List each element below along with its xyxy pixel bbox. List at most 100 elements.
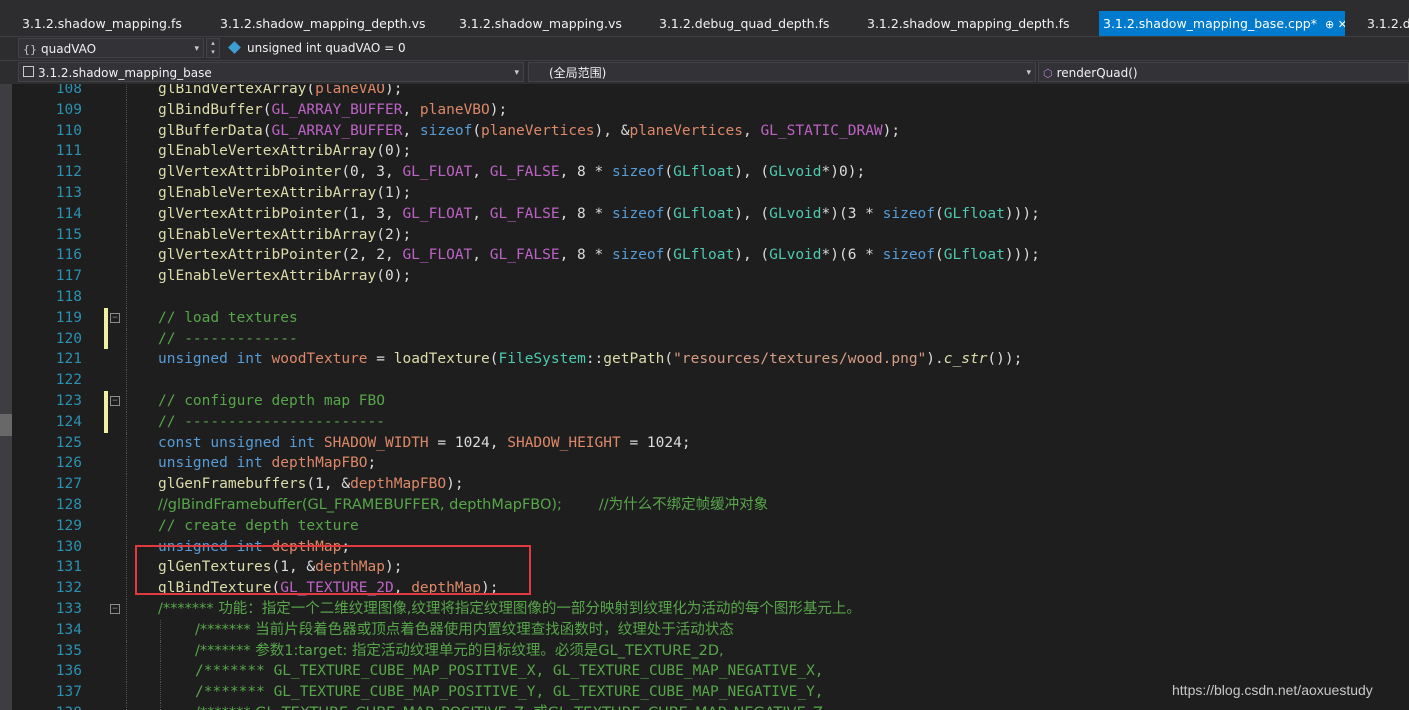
code-line[interactable]: 109 glBindBuffer(GL_ARRAY_BUFFER, planeVB…: [0, 99, 1409, 121]
indent-guide: [126, 515, 127, 537]
code-token-function: loadTexture: [393, 351, 490, 368]
code-token-default: ), (: [734, 164, 770, 181]
code-text: glEnableVertexAttribArray(1);: [158, 183, 411, 204]
code-token-keyword: unsigned: [210, 434, 289, 451]
chevron-down-icon: ▾: [514, 68, 519, 78]
indent-guide: [126, 99, 127, 121]
code-line[interactable]: 134 /******* 当前片段着色器或顶点着色器使用内置纹理查找函数时，纹理处…: [0, 619, 1409, 641]
collapse-icon[interactable]: −: [110, 395, 120, 406]
code-line[interactable]: 108 glBindVertexArray(planeVAO);: [0, 84, 1409, 100]
chevron-down-icon[interactable]: ▾: [207, 48, 219, 57]
code-token-type: GLvoid: [769, 164, 822, 181]
code-line[interactable]: 133 − /******* 功能：指定一个二维纹理图像,纹理将指定纹理图像的一部分…: [0, 598, 1409, 620]
code-token-param: woodTexture: [271, 351, 368, 368]
code-token-macro: GL_FALSE: [489, 164, 560, 181]
code-token-function: glVertexAttribPointer: [158, 247, 342, 264]
tab-label: 3.1.2.shadow_mapping.vs: [459, 16, 622, 31]
code-line[interactable]: 138 /******* GL_TEXTURE_CUBE_MAP_POSITIVE…: [0, 702, 1409, 710]
code-line[interactable]: 117 glEnableVertexAttribArray(0);: [0, 266, 1409, 287]
line-number: 115: [55, 226, 82, 243]
tab-document[interactable]: 3.1.2.shadow_mapping_depth.fs: [845, 11, 1099, 36]
tab-document[interactable]: 3.1.2.shadow_mapping_depth.vs: [198, 11, 437, 36]
code-token-default: *)(6 *: [821, 247, 883, 264]
function-dropdown[interactable]: ⬡ renderQuad(): [1038, 62, 1409, 82]
code-editor[interactable]: 108 glBindVertexArray(planeVAO); 109 glBind…: [0, 84, 1409, 710]
code-line[interactable]: 110 glBufferData(GL_ARRAY_BUFFER, sizeof(…: [0, 120, 1409, 142]
code-line[interactable]: 119 − // load textures: [0, 307, 1409, 329]
project-dropdown[interactable]: 3.1.2.shadow_mapping_base ▾: [18, 62, 524, 82]
code-line[interactable]: 116 glVertexAttribPointer(2, 2, GL_FLOAT,…: [0, 245, 1409, 267]
change-marker: [104, 307, 108, 329]
code-line[interactable]: 111 glEnableVertexAttribArray(0);: [0, 141, 1409, 163]
scope-dropdown[interactable]: (全局范围) ▾: [528, 62, 1036, 82]
collapse-icon[interactable]: −: [110, 312, 120, 323]
code-token-comment: //glBindFramebuffer(GL_FRAMEBUFFER, dept…: [158, 496, 769, 513]
code-line[interactable]: 121 unsigned int woodTexture = loadTextur…: [0, 349, 1409, 371]
tab-document[interactable]: 3.1.2.shadow_mapping.fs: [0, 11, 198, 36]
scrollbar-thumb[interactable]: [0, 414, 12, 436]
line-number: 112: [55, 164, 82, 181]
document-tab-bar: 3.1.2.shadow_mapping.fs 3.1.2.shadow_mapp…: [0, 0, 1409, 36]
code-token-default: *)0);: [821, 164, 866, 181]
code-line[interactable]: 128 //glBindFramebuffer(GL_FRAMEBUFFER, d…: [0, 494, 1409, 516]
code-line[interactable]: 120 // -------------: [0, 328, 1409, 350]
chevron-up-icon[interactable]: ▴: [207, 39, 219, 48]
tab-pin-close-icons[interactable]: ⊕ ✕: [1325, 12, 1345, 36]
collapse-icon[interactable]: −: [110, 603, 120, 614]
code-line[interactable]: 129 // create depth texture: [0, 515, 1409, 537]
line-number: 117: [55, 268, 82, 285]
code-line[interactable]: 136 /******* GL_TEXTURE_CUBE_MAP_POSITIVE…: [0, 661, 1409, 683]
tab-document[interactable]: 3.1.2.debug_quad_depth.fs: [637, 11, 845, 36]
code-token-default: ;: [367, 455, 377, 472]
code-token-function: glBindVertexArray: [158, 84, 307, 97]
braces-icon: {}: [23, 43, 37, 56]
vertical-scrollbar[interactable]: [0, 84, 12, 710]
code-line[interactable]: 135 /******* 参数1:target: 指定活动纹理单元的目标纹理。必须…: [0, 640, 1409, 662]
code-line[interactable]: 114 glVertexAttribPointer(1, 3, GL_FLOAT,…: [0, 203, 1409, 225]
code-token-macro: GL_FLOAT: [402, 247, 473, 264]
code-text: //glBindFramebuffer(GL_FRAMEBUFFER, dept…: [158, 495, 768, 516]
indent-guide: [126, 84, 127, 100]
code-line[interactable]: 125 const unsigned int SHADOW_WIDTH = 102…: [0, 432, 1409, 454]
tab-active-document[interactable]: 3.1.2.shadow_mapping_base.cpp* ⊕ ✕: [1099, 11, 1345, 36]
code-token-function: glBindBuffer: [158, 101, 263, 118]
code-line[interactable]: 127 glGenFramebuffers(1, &depthMapFBO);: [0, 474, 1409, 495]
code-token-default: ), &: [594, 122, 630, 139]
code-line[interactable]: 115 glEnableVertexAttribArray(2);: [0, 224, 1409, 246]
code-token-macro: GL_ARRAY_BUFFER: [271, 122, 403, 139]
symbol-spinner[interactable]: ▴ ▾: [206, 38, 220, 58]
indent-guide: [126, 474, 127, 495]
code-line[interactable]: 126 unsigned int depthMapFBO;: [0, 453, 1409, 475]
indent-guide: [126, 598, 127, 620]
code-token-default: ,: [472, 205, 490, 222]
line-number: 109: [55, 101, 82, 118]
code-line[interactable]: 118: [0, 286, 1409, 308]
line-number: 116: [55, 247, 82, 264]
line-number: 124: [55, 413, 82, 430]
code-line[interactable]: 112 glVertexAttribPointer(0, 3, GL_FLOAT,…: [0, 162, 1409, 183]
code-line[interactable]: 113 glEnableVertexAttribArray(1);: [0, 182, 1409, 204]
code-token-type: GLfloat: [943, 205, 1005, 222]
symbol-dropdown[interactable]: {} quadVAO ▾: [18, 38, 204, 58]
code-token-type: GLvoid: [769, 205, 822, 222]
code-token-default: , 8 *: [559, 164, 612, 181]
line-number: 110: [55, 122, 82, 139]
indent-guide: [126, 266, 127, 287]
tab-document[interactable]: 3.1.2.debu: [1345, 11, 1409, 36]
code-token-comment: /******* 功能：指定一个二维纹理图像,纹理将指定纹理图像的一部分映射到纹…: [158, 600, 861, 617]
code-text: /******* 当前片段着色器或顶点着色器使用内置纹理查找函数时，纹理处于活动…: [195, 620, 734, 641]
code-token-default: (: [664, 164, 674, 181]
code-token-default: , 8 *: [559, 247, 612, 264]
symbol-info-text: unsigned int quadVAO = 0: [247, 41, 406, 55]
code-token-default: (: [664, 247, 674, 264]
code-token-type: GLfloat: [673, 205, 735, 222]
code-token-default: ,: [472, 164, 490, 181]
code-token-function: glEnableVertexAttribArray: [158, 184, 377, 201]
change-marker: [104, 390, 108, 412]
code-line[interactable]: 123 − // configure depth map FBO: [0, 390, 1409, 412]
code-token-comment: // configure depth map FBO: [158, 392, 385, 409]
code-line[interactable]: 122: [0, 370, 1409, 391]
code-line[interactable]: 124 // -----------------------: [0, 411, 1409, 433]
tab-document[interactable]: 3.1.2.shadow_mapping.vs: [437, 11, 637, 36]
line-number: 113: [55, 184, 82, 201]
